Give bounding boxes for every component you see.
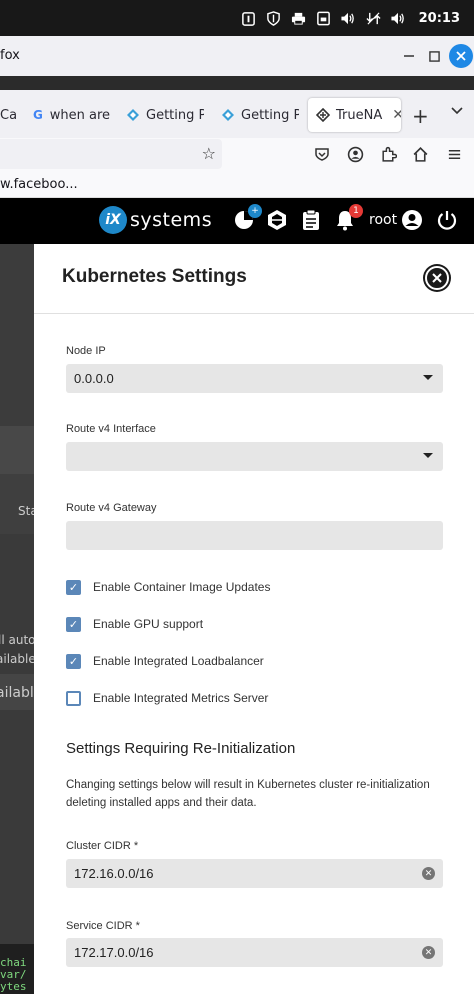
tab-label: Getting Pl [241, 107, 299, 123]
settings-form: Node IP 0.0.0.0 Route v4 Interface Route… [34, 314, 474, 994]
window-title-bar: fox [0, 36, 474, 76]
system-tray: 20:13 [240, 0, 474, 36]
bookmarks-toolbar: w.faceboo... [0, 172, 474, 198]
volume-icon[interactable] [340, 10, 357, 27]
close-icon [432, 273, 442, 283]
power-icon[interactable] [435, 208, 459, 232]
checkbox-label[interactable]: Enable Integrated Metrics Server [93, 691, 268, 705]
checkbox-label[interactable]: Enable GPU support [93, 617, 203, 631]
volume-icon-2[interactable] [390, 10, 407, 27]
home-icon[interactable] [410, 144, 430, 164]
checkbox-gpu-support[interactable]: ✓ [66, 617, 81, 632]
os-top-bar: 20:13 [0, 0, 474, 36]
dropdown-caret-icon [423, 375, 433, 380]
bookmark-star-icon[interactable]: ☆ [202, 144, 216, 163]
diamond-icon [126, 108, 140, 122]
truecommand-icon[interactable]: + [232, 204, 262, 232]
app-name: fox [0, 48, 20, 63]
background-page: Sta ll auto ailable ailable chai var/ yt… [0, 244, 34, 994]
navigation-toolbar: ☆ [0, 138, 474, 172]
route-v4-interface-label: Route v4 Interface [66, 423, 156, 435]
notifications-badge: 1 [349, 204, 363, 218]
cluster-cidr-label: Cluster CIDR * [66, 840, 139, 852]
clock[interactable]: 20:13 [419, 11, 460, 26]
checkbox-container-image-updates[interactable]: ✓ [66, 580, 81, 595]
bg-text: ailable [0, 652, 34, 666]
tab-truenas[interactable]: TrueNA ✕ [308, 98, 401, 132]
cluster-cidr-value: 172.16.0.0/16 [74, 866, 154, 881]
cluster-cidr-input[interactable]: 172.16.0.0/16 ✕ [66, 859, 443, 888]
bell-icon[interactable]: 1 [333, 204, 363, 232]
dropdown-caret-icon [423, 453, 433, 458]
directory-services-icon[interactable] [265, 208, 289, 232]
tab-list-chevron-icon[interactable] [450, 104, 464, 120]
bg-text: ailable [0, 685, 34, 701]
checkbox-integrated-metrics-server[interactable] [66, 691, 81, 706]
checkbox-label[interactable]: Enable Integrated Loadbalancer [93, 654, 264, 668]
new-tab-button[interactable]: + [412, 104, 429, 128]
route-v4-interface-select[interactable] [66, 442, 443, 471]
panel-title: Kubernetes Settings [62, 266, 247, 287]
tab-partial[interactable]: Ca [0, 98, 20, 132]
account-icon[interactable] [345, 144, 365, 164]
terminal-text: ytes [0, 980, 27, 993]
clear-input-icon[interactable]: ✕ [422, 946, 435, 959]
close-window-button[interactable] [449, 44, 473, 68]
ix-logo-icon: iX [99, 206, 127, 234]
node-ip-label: Node IP [66, 345, 106, 357]
tab-label: when are [49, 107, 110, 123]
minimize-button[interactable] [397, 44, 421, 68]
username[interactable]: root [369, 212, 397, 228]
clipboard-info-icon[interactable] [240, 10, 257, 27]
close-panel-button[interactable] [425, 266, 449, 290]
close-tab-icon[interactable]: ✕ [392, 107, 401, 123]
task-manager-icon[interactable] [299, 208, 323, 232]
node-ip-value: 0.0.0.0 [74, 371, 114, 386]
google-icon: G [32, 108, 43, 122]
account-circle-icon[interactable] [400, 208, 424, 232]
panel-header: Kubernetes Settings [34, 244, 474, 314]
ixsystems-logo[interactable]: iX systems [99, 206, 212, 234]
bg-text: Sta [18, 504, 34, 518]
truecommand-badge: + [248, 204, 262, 218]
route-v4-gateway-label: Route v4 Gateway [66, 502, 157, 514]
tab-google[interactable]: G when are [32, 98, 110, 132]
maximize-button[interactable] [422, 44, 446, 68]
tab-label: Ca [0, 107, 18, 123]
url-bar[interactable]: ☆ [0, 139, 222, 169]
route-v4-gateway-input[interactable] [66, 521, 443, 550]
pocket-icon[interactable] [312, 144, 332, 164]
menu-icon[interactable] [444, 144, 464, 164]
node-ip-select[interactable]: 0.0.0.0 [66, 364, 443, 393]
service-cidr-input[interactable]: 172.17.0.0/16 ✕ [66, 938, 443, 967]
extensions-icon[interactable] [378, 144, 398, 164]
service-cidr-value: 172.17.0.0/16 [74, 945, 154, 960]
tab-getting-started-2[interactable]: Getting Pl [221, 98, 299, 132]
reinit-section-title: Settings Requiring Re-Initialization [66, 740, 296, 757]
service-cidr-label: Service CIDR * [66, 920, 140, 932]
diamond-icon [221, 108, 235, 122]
logo-text: systems [130, 209, 213, 231]
checkbox-label[interactable]: Enable Container Image Updates [93, 580, 270, 594]
printer-icon[interactable] [290, 10, 307, 27]
reinit-warning-text: Changing settings below will result in K… [66, 779, 430, 809]
truenas-header: iX systems + 1 root [0, 198, 474, 244]
tab-getting-started-1[interactable]: Getting Pl [126, 98, 204, 132]
bookmark-item[interactable]: w.faceboo... [0, 177, 78, 192]
bg-text: ll auto [0, 633, 34, 647]
tab-strip: Ca G when are Getting Pl Getting Pl True… [0, 90, 474, 138]
tab-label: TrueNA [336, 107, 383, 123]
truenas-icon [316, 108, 330, 122]
clear-input-icon[interactable]: ✕ [422, 867, 435, 880]
shield-icon[interactable] [265, 10, 282, 27]
notes-icon[interactable] [315, 10, 332, 27]
network-icon[interactable] [365, 10, 382, 27]
tab-label: Getting Pl [146, 107, 204, 123]
checkbox-integrated-loadbalancer[interactable]: ✓ [66, 654, 81, 669]
kubernetes-settings-panel: Kubernetes Settings Node IP 0.0.0.0 Rout… [34, 244, 474, 994]
